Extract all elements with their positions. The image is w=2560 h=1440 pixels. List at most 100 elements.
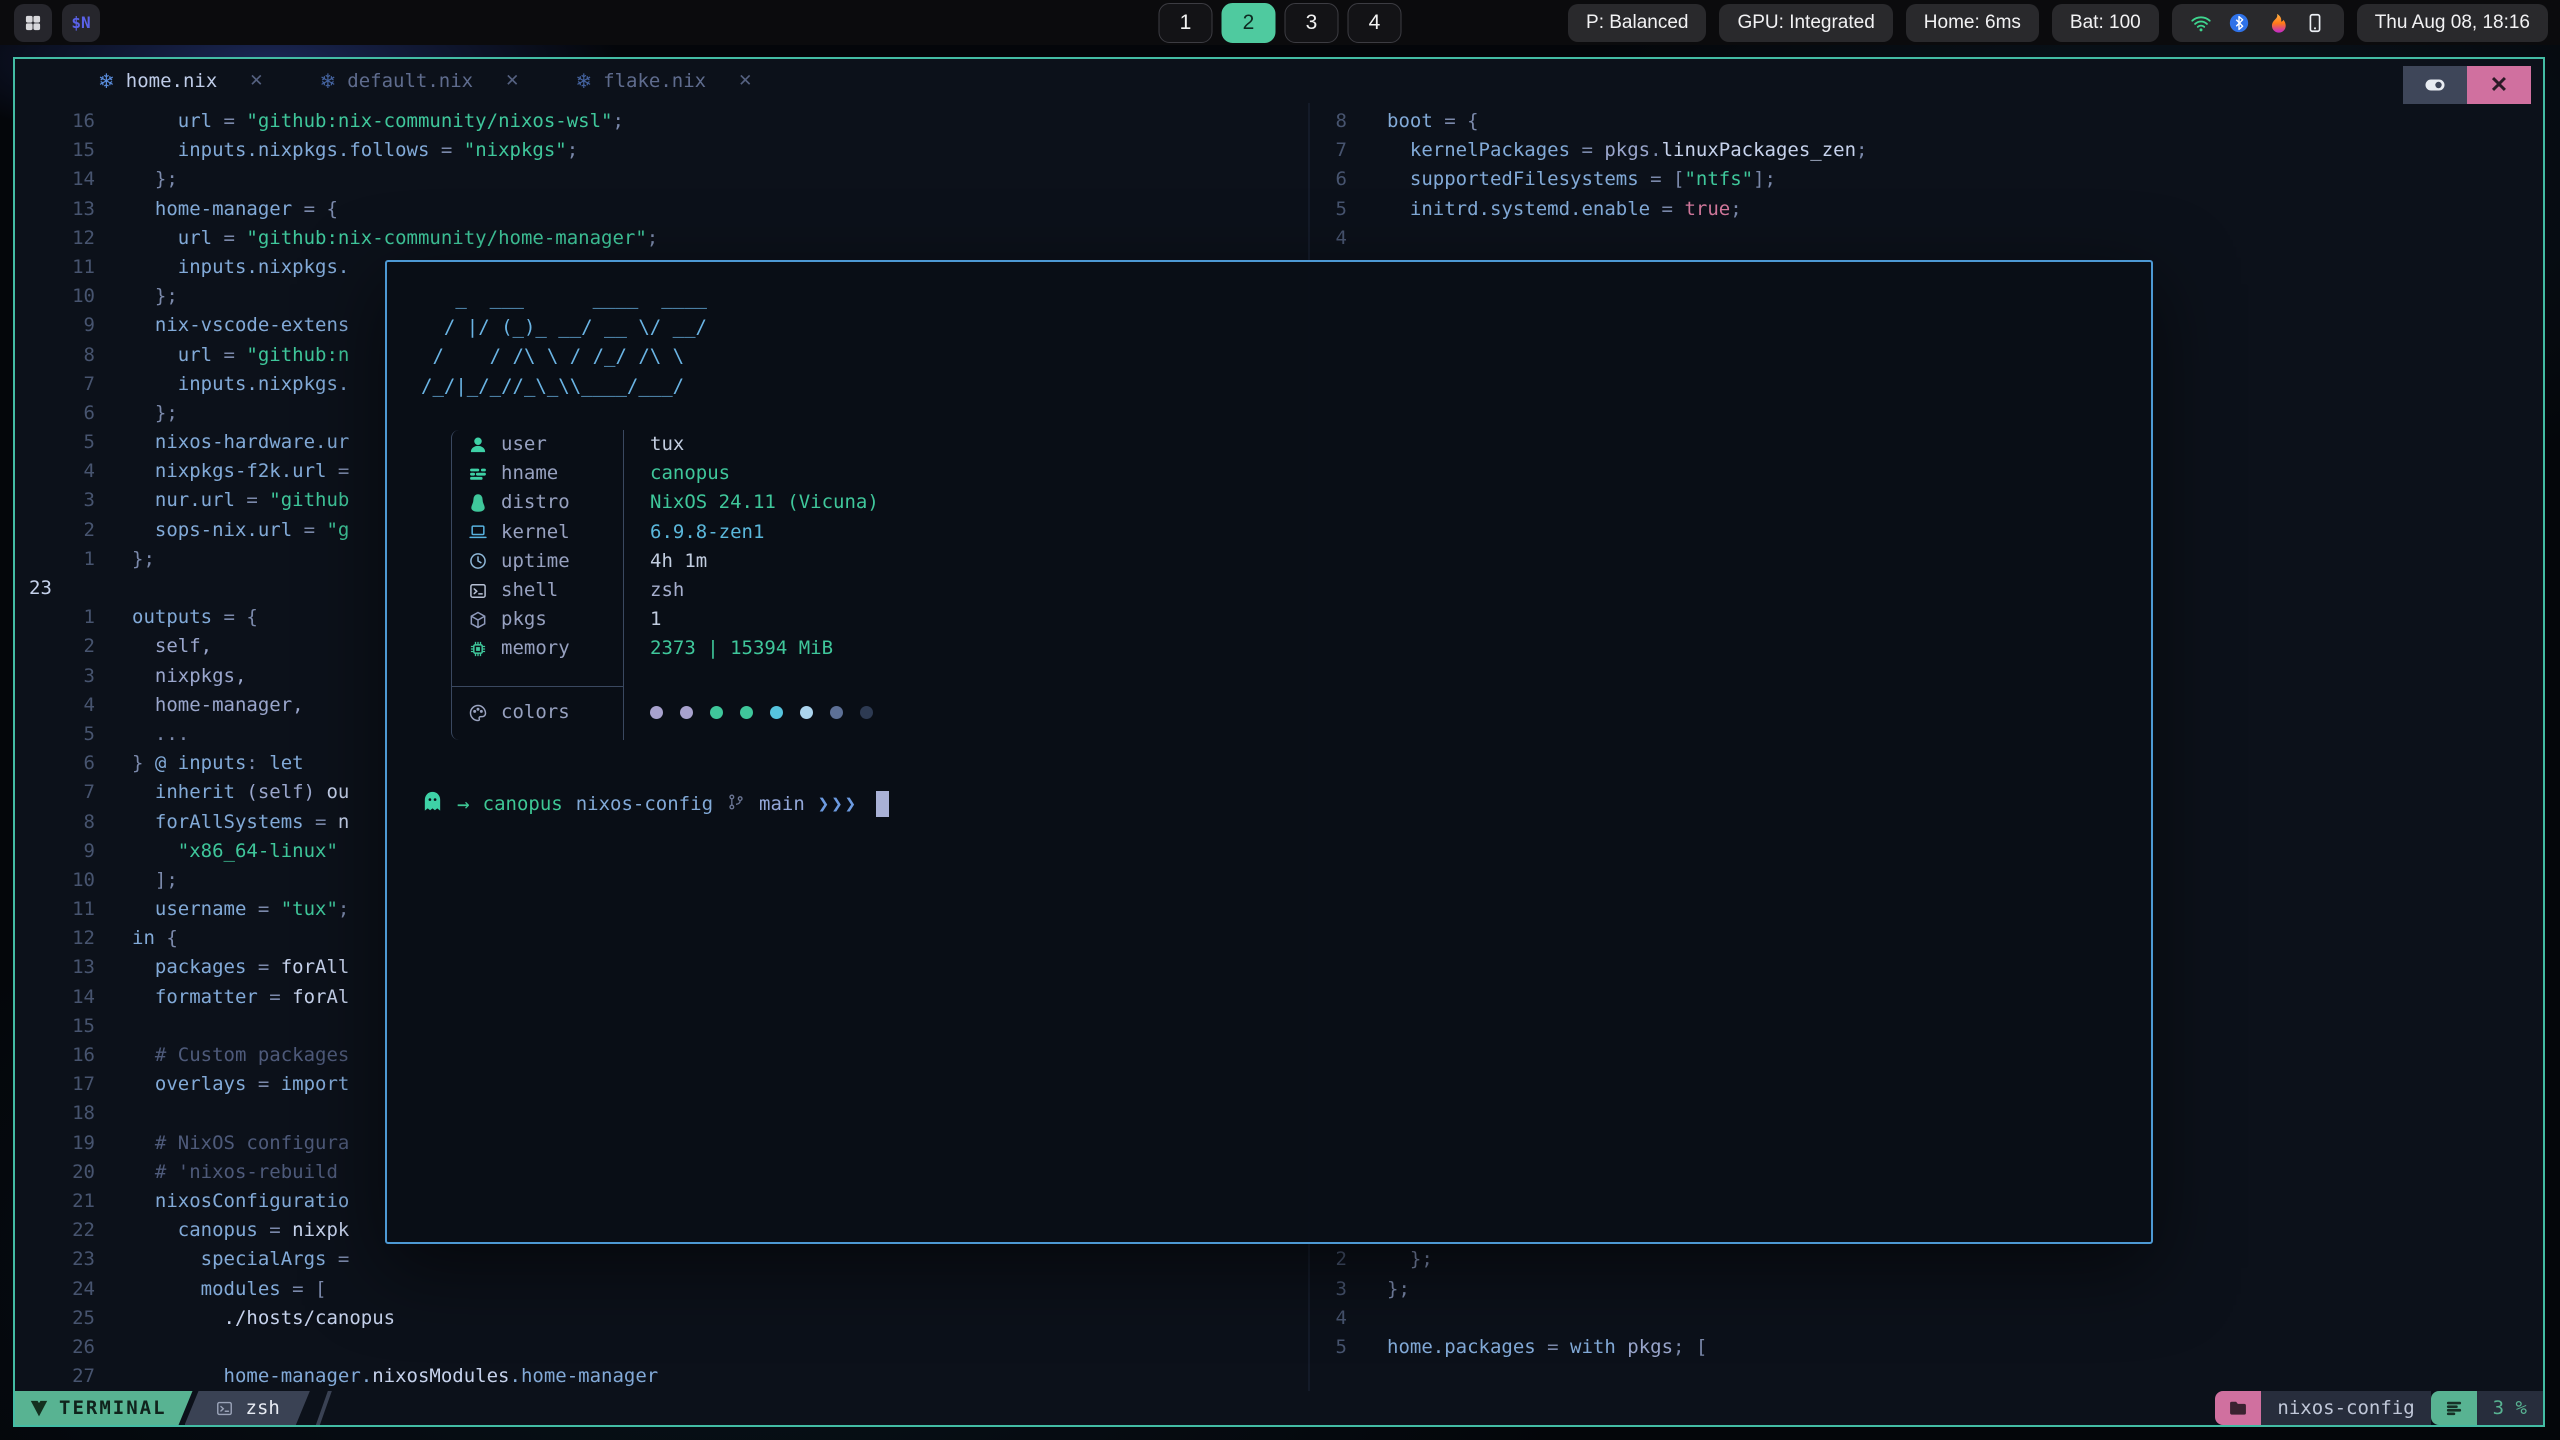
line-number: 5: [15, 720, 95, 749]
code-line: [1311, 1362, 2543, 1391]
code-line: 2 };: [1311, 1245, 2543, 1274]
statusline-shell: zsh: [185, 1391, 310, 1425]
tab-default.nix[interactable]: ❄default.nix✕: [292, 59, 548, 103]
line-text: inputs.nixpkgs.: [132, 253, 349, 282]
line-number: 1: [15, 545, 95, 574]
line-number: 11: [15, 253, 95, 282]
window-controls: ✕: [2403, 66, 2531, 104]
lines-icon: [2431, 1391, 2477, 1425]
line-number: 1: [15, 603, 95, 632]
line-number: 17: [15, 1070, 95, 1099]
code-line: 15 inputs.nixpkgs.follows = "nixpkgs";: [15, 136, 1307, 165]
statusline-directory: nixos-config: [2261, 1391, 2430, 1425]
status-pill[interactable]: GPU: Integrated: [1719, 4, 1892, 42]
code-line: 4: [1311, 1304, 2543, 1333]
line-number: 5: [1311, 1333, 1347, 1362]
code-line: 24 modules = [: [15, 1275, 1307, 1304]
line-number: 11: [15, 895, 95, 924]
line-number: [1311, 1362, 1347, 1391]
fetch-label-distro: distro: [452, 488, 624, 517]
line-number: 2: [15, 632, 95, 661]
statusline: TERMINAL zsh nixos-config 3 %: [15, 1391, 2543, 1425]
line-number: 13: [15, 953, 95, 982]
fetch-label-memory: memory: [452, 634, 624, 663]
status-pill[interactable]: Home: 6ms: [1906, 4, 2039, 42]
line-number: 3: [15, 486, 95, 515]
line-number: 9: [15, 311, 95, 340]
palette-dot: [710, 706, 723, 719]
line-text: } @ inputs: let: [132, 749, 304, 778]
workspace-button-4[interactable]: 4: [1348, 3, 1402, 43]
line-number: 8: [15, 808, 95, 837]
fetch-color-palette: [624, 686, 879, 740]
line-text: nixpkgs-f2k.url =: [132, 457, 349, 486]
fetch-value-hname: canopus: [624, 459, 879, 488]
code-line: 14 };: [15, 165, 1307, 194]
fetch-label-user: user: [452, 430, 624, 459]
tab-close-icon[interactable]: ✕: [505, 71, 519, 91]
line-number: 4: [15, 691, 95, 720]
bluetooth-icon: [2228, 12, 2250, 34]
line-number: 4: [15, 457, 95, 486]
fetch-label-pkgs: pkgs: [452, 605, 624, 634]
grid-icon: [23, 13, 43, 33]
line-text: home-manager,: [132, 691, 304, 720]
statusline-separator: [316, 1391, 332, 1425]
terminal-cursor: [876, 791, 889, 817]
line-number: 5: [1311, 195, 1347, 224]
fetch-value-pkgs: 1: [624, 605, 879, 634]
status-pill[interactable]: Bat: 100: [2052, 4, 2159, 42]
fetch-value-uptime: 4h 1m: [624, 547, 879, 576]
fetch-label-hname: hname: [452, 459, 624, 488]
window-close-button[interactable]: ✕: [2467, 66, 2531, 104]
prompt-directory: nixos-config: [576, 793, 713, 815]
ghost-icon: [421, 790, 444, 813]
terminal-window[interactable]: _ ___ ____ ____ / |/ (_)_ __/ __ \/ __/ …: [385, 260, 2153, 1244]
tab-close-icon[interactable]: ✕: [249, 71, 263, 91]
branch-icon: [726, 792, 746, 812]
folder-icon: [2215, 1391, 2261, 1425]
topbar-right: P: Balanced GPU: Integrated Home: 6ms Bat: …: [1568, 0, 2548, 45]
line-number: 4: [1311, 1304, 1347, 1333]
code-line: 23 specialArgs =: [15, 1245, 1307, 1274]
clock[interactable]: Thu Aug 08, 18:16: [2357, 4, 2548, 42]
line-number: 15: [15, 136, 95, 165]
line-number: 12: [15, 924, 95, 953]
fetch-value-shell: zsh: [624, 576, 879, 605]
line-text: kernelPackages = pkgs.linuxPackages_zen;: [1387, 136, 1868, 165]
workspace-button-2[interactable]: 2: [1222, 3, 1276, 43]
status-pill[interactable]: P: Balanced: [1568, 4, 1706, 42]
line-text: # 'nixos-rebuild: [132, 1158, 338, 1187]
palette-dot: [650, 706, 663, 719]
tab-home.nix[interactable]: ❄ home.nix ✕: [70, 59, 292, 103]
fetch-label-kernel: kernel: [452, 518, 624, 547]
line-number: 26: [15, 1333, 95, 1362]
tab-label: flake.nix: [603, 70, 706, 92]
system-tray[interactable]: [2172, 4, 2344, 42]
nix-snowflake-icon: ❄: [98, 69, 115, 93]
pin-toggle-button[interactable]: [2403, 66, 2467, 104]
palette-dot: [830, 706, 843, 719]
tab-label: home.nix: [126, 70, 218, 92]
line-text: };: [132, 165, 178, 194]
app-button[interactable]: $N: [62, 4, 100, 42]
line-text: };: [1387, 1275, 1410, 1304]
flame-icon: [2266, 12, 2288, 34]
line-text: ...: [132, 720, 189, 749]
folder-icon: [2228, 1398, 2248, 1418]
palette-dot: [770, 706, 783, 719]
code-line: 6 supportedFilesystems = ["ntfs"];: [1311, 165, 2543, 194]
workspace-button-1[interactable]: 1: [1159, 3, 1213, 43]
terminal-prompt[interactable]: → canopus nixos-config main ❯❯❯: [421, 790, 889, 818]
prompt-git-branch: main: [759, 793, 805, 815]
fetch-spacer: [452, 664, 624, 686]
phone-icon: [2304, 12, 2326, 34]
tab-flake.nix[interactable]: ❄flake.nix✕: [547, 59, 780, 103]
topbar-left: $N: [14, 0, 100, 45]
workspace-button-3[interactable]: 3: [1285, 3, 1339, 43]
launcher-button[interactable]: [14, 4, 52, 42]
line-number: 14: [15, 983, 95, 1012]
line-number: 9: [15, 837, 95, 866]
line-text: # Custom packages: [132, 1041, 349, 1070]
tab-close-icon[interactable]: ✕: [738, 71, 752, 91]
